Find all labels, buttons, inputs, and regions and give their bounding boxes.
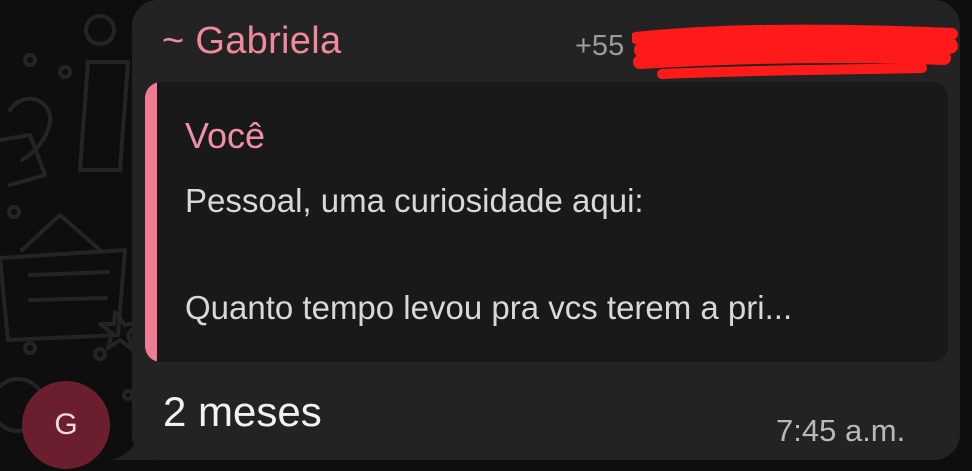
avatar[interactable]: G	[22, 381, 110, 469]
redaction-scribble	[632, 24, 958, 79]
message-timestamp: 7:45 a.m.	[776, 413, 906, 448]
quote-accent-bar	[145, 82, 157, 362]
sender-name[interactable]: ~ Gabriela	[162, 20, 341, 63]
message-text: 2 meses	[163, 388, 322, 435]
quoted-author: Você	[185, 115, 266, 156]
quoted-text-line: Quanto tempo levou pra vcs terem a pri..…	[185, 289, 793, 326]
quoted-text-line: Pessoal, uma curiosidade aqui:	[185, 182, 644, 219]
quoted-message[interactable]: Você Pessoal, uma curiosidade aqui: Quan…	[145, 82, 948, 362]
sender-phone: +55	[575, 30, 625, 62]
avatar-initial: G	[54, 408, 78, 441]
